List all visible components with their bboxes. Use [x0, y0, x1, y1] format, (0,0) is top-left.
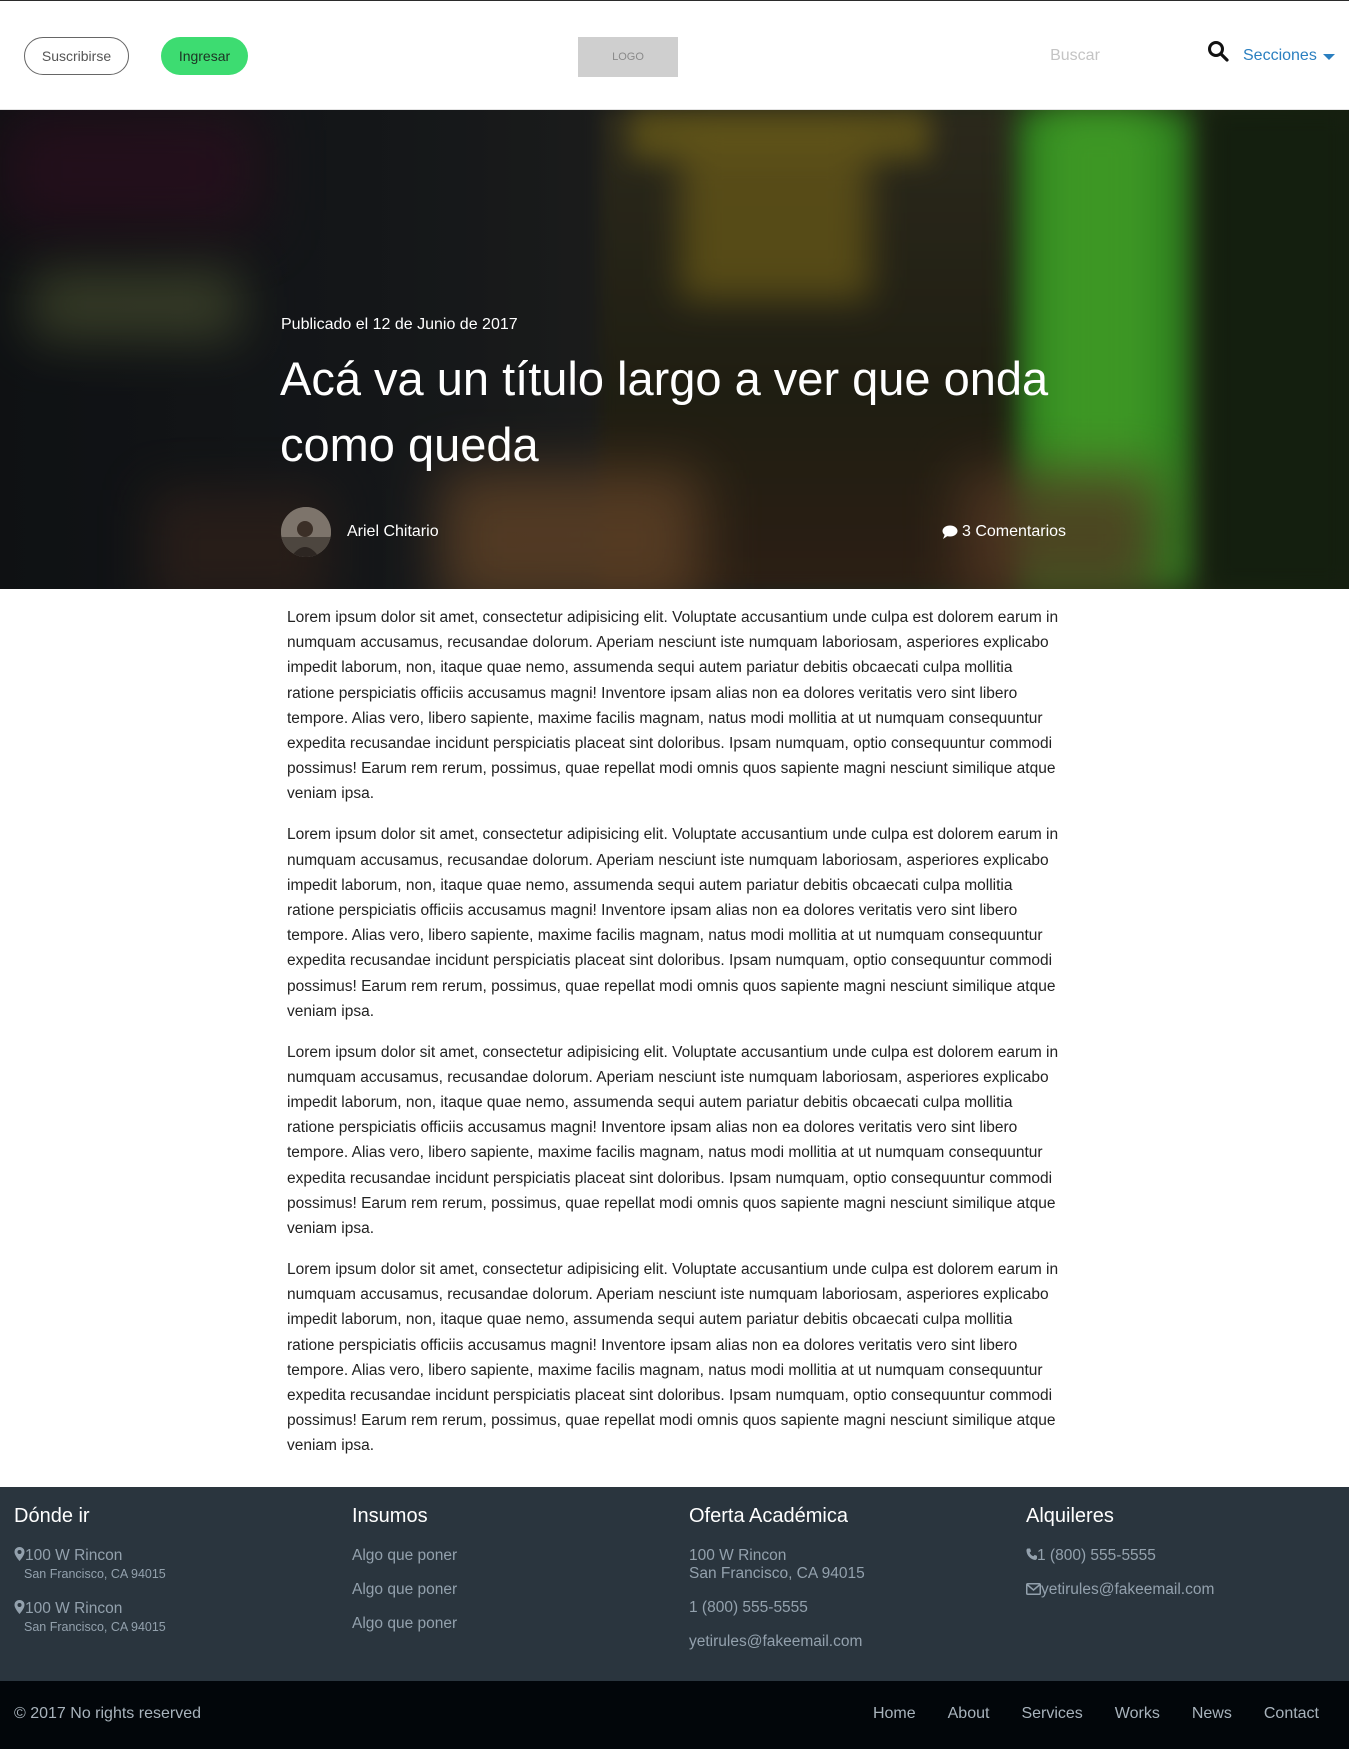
chevron-down-icon	[1322, 54, 1335, 60]
phone-number: 1 (800) 555-5555	[1037, 1547, 1156, 1564]
sections-label: Secciones	[1243, 47, 1317, 64]
author-name[interactable]: Ariel Chitario	[347, 523, 439, 541]
copyright: © 2017 No rights reserved	[14, 1705, 201, 1722]
footer-location: 100 W Rincon San Francisco, CA 94015	[14, 1600, 166, 1636]
footer-column-oferta-academica: Oferta Académica 100 W Rincon San Franci…	[689, 1505, 865, 1667]
comments-count: 3 Comentarios	[962, 523, 1067, 540]
article-paragraph: Lorem ipsum dolor sit amet, consectetur …	[287, 609, 1059, 803]
site-header: Suscribirse Ingresar LOGO Secciones	[0, 0, 1349, 110]
author-avatar[interactable]	[281, 507, 331, 557]
footer-link[interactable]: Algo que poner	[352, 1615, 457, 1633]
publish-date: Publicado el 12 de Junio de 2017	[281, 316, 518, 333]
footer-nav-news[interactable]: News	[1192, 1705, 1232, 1723]
footer-phone[interactable]: 1 (800) 555-5555	[1026, 1547, 1214, 1565]
footer-email[interactable]: yetirules@fakeemail.com	[1026, 1581, 1214, 1599]
site-logo[interactable]: LOGO	[578, 37, 678, 77]
footer-nav-about[interactable]: About	[948, 1705, 990, 1723]
article-paragraph: Lorem ipsum dolor sit amet, consectetur …	[287, 1043, 1059, 1238]
footer-column-donde-ir: Dónde ir 100 W Rincon San Francisco, CA …	[14, 1505, 166, 1636]
map-marker-icon	[14, 1547, 25, 1561]
footer-heading: Insumos	[352, 1505, 428, 1527]
comment-icon	[942, 525, 958, 539]
article-title: Acá va un título largo a ver que onda co…	[280, 352, 1049, 471]
hero-banner: Publicado el 12 de Junio de 2017 Acá va …	[0, 110, 1349, 589]
footer-link[interactable]: Algo que poner	[352, 1581, 457, 1599]
sections-dropdown[interactable]: Secciones	[1243, 45, 1335, 67]
envelope-icon	[1026, 1583, 1041, 1595]
address-street: 100 W Rincon	[689, 1547, 787, 1564]
footer-phone[interactable]: 1 (800) 555-5555	[689, 1599, 865, 1617]
footer-email[interactable]: yetirules@fakeemail.com	[689, 1633, 865, 1651]
footer-column-alquileres: Alquileres 1 (800) 555-5555 yetirules@fa…	[1026, 1505, 1214, 1615]
phone-icon	[1026, 1548, 1037, 1560]
bottom-bar: © 2017 No rights reserved Home About Ser…	[0, 1681, 1349, 1749]
login-button[interactable]: Ingresar	[161, 37, 248, 75]
location-street: 100 W Rincon	[25, 1547, 123, 1564]
location-city: San Francisco, CA 94015	[24, 1620, 166, 1634]
footer-location: 100 W Rincon San Francisco, CA 94015	[14, 1547, 166, 1583]
article-paragraph: Lorem ipsum dolor sit amet, consectetur …	[287, 1260, 1059, 1455]
address-city: San Francisco, CA 94015	[689, 1565, 865, 1582]
footer-heading: Dónde ir	[14, 1505, 90, 1527]
footer-heading: Oferta Académica	[689, 1505, 848, 1527]
search-icon[interactable]	[1206, 39, 1230, 63]
footer-link[interactable]: Algo que poner	[352, 1547, 457, 1565]
footer-nav-works[interactable]: Works	[1115, 1705, 1160, 1723]
email-address: yetirules@fakeemail.com	[1041, 1581, 1215, 1598]
footer-nav: Home About Services Works News Contact	[873, 1705, 1319, 1723]
footer-nav-home[interactable]: Home	[873, 1705, 916, 1723]
location-street: 100 W Rincon	[25, 1600, 123, 1617]
article-paragraph: Lorem ipsum dolor sit amet, consectetur …	[287, 826, 1059, 1020]
map-marker-icon	[14, 1600, 25, 1614]
search-input[interactable]	[960, 41, 1190, 71]
site-footer: Dónde ir 100 W Rincon San Francisco, CA …	[0, 1487, 1349, 1681]
footer-column-insumos: Insumos Algo que poner Algo que poner Al…	[352, 1505, 457, 1649]
comments-link[interactable]: 3 Comentarios	[942, 523, 1066, 541]
footer-heading: Alquileres	[1026, 1505, 1114, 1527]
subscribe-button[interactable]: Suscribirse	[24, 37, 129, 75]
footer-nav-contact[interactable]: Contact	[1264, 1705, 1319, 1723]
location-city: San Francisco, CA 94015	[24, 1567, 166, 1581]
footer-nav-services[interactable]: Services	[1021, 1705, 1082, 1723]
article-body: Lorem ipsum dolor sit amet, consectetur …	[287, 605, 1063, 1474]
